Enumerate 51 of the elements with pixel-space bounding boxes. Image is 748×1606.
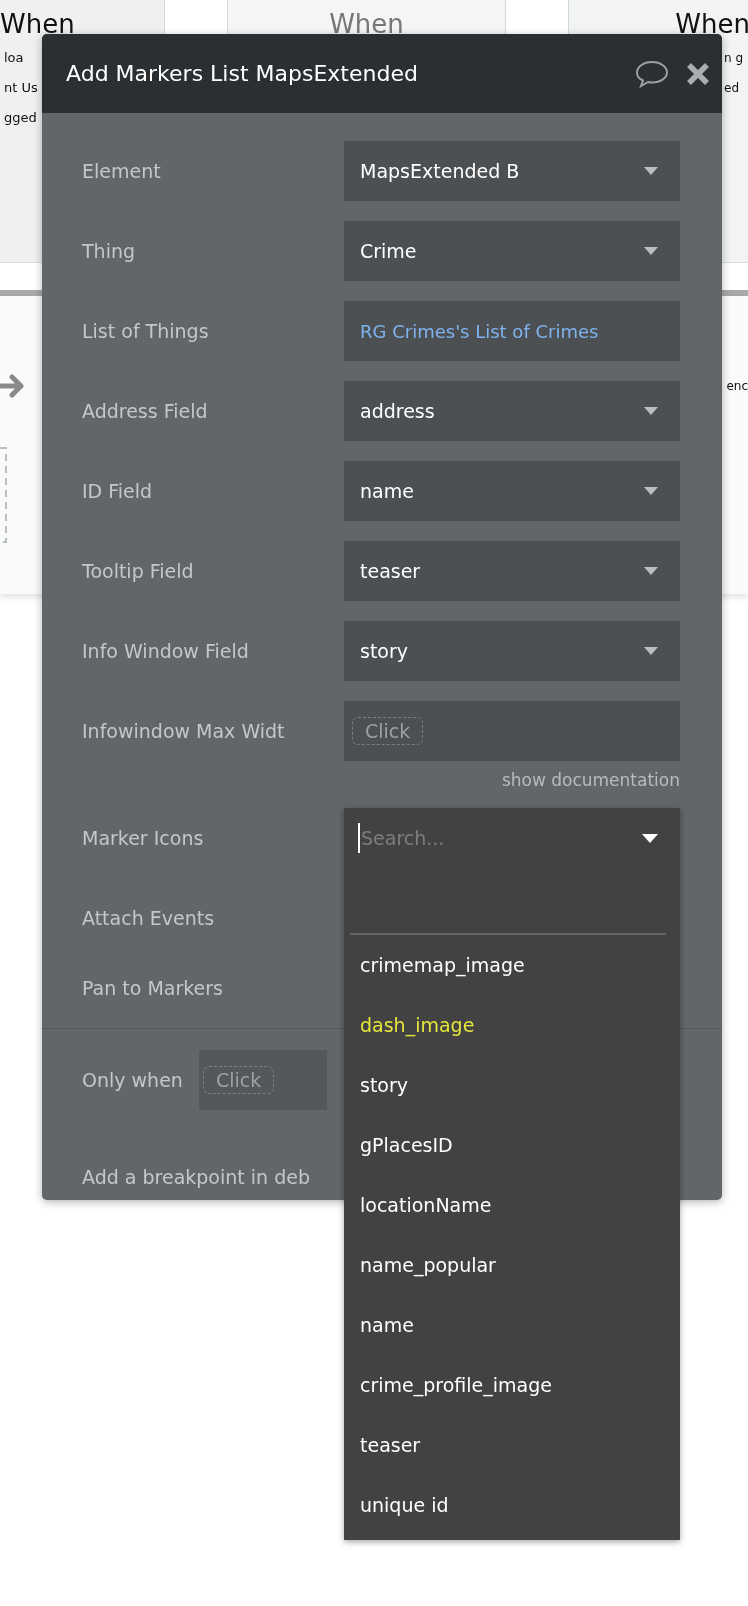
caret-icon bbox=[644, 407, 658, 415]
dropdown-option[interactable]: name bbox=[360, 1314, 414, 1336]
card-text: enc bbox=[726, 378, 748, 395]
arrow-icon bbox=[0, 373, 24, 399]
caret-icon bbox=[644, 487, 658, 495]
column-header: When bbox=[675, 9, 748, 39]
dropdown[interactable]: story bbox=[344, 621, 680, 681]
field-label: ID Field bbox=[81, 480, 154, 502]
search-field[interactable]: Search... bbox=[358, 823, 642, 853]
field-label: Attach Events bbox=[81, 907, 215, 929]
dropdown[interactable]: teaser bbox=[344, 541, 680, 601]
card-text: gged bbox=[3, 109, 37, 127]
dropdown-option[interactable]: unique id bbox=[360, 1494, 449, 1516]
field-label: Pan to Markers bbox=[81, 977, 223, 999]
field-label: Only when bbox=[81, 1069, 184, 1091]
field-label: Info Window Field bbox=[81, 640, 250, 662]
caret-icon bbox=[644, 567, 658, 575]
dropdown-option[interactable]: teaser bbox=[360, 1434, 421, 1456]
breakpoint-label: Add a breakpoint in deb bbox=[82, 1165, 310, 1190]
field-label: Element bbox=[81, 160, 162, 182]
dropdown-option[interactable]: dash_image bbox=[360, 1014, 475, 1036]
caret-icon bbox=[644, 247, 658, 255]
dropdown-option[interactable]: locationName bbox=[360, 1194, 492, 1216]
dropdown-option[interactable]: name_popular bbox=[360, 1254, 496, 1276]
dropdown-option[interactable]: story bbox=[360, 1074, 409, 1096]
caret-icon bbox=[644, 167, 658, 175]
dropdown[interactable]: name bbox=[344, 461, 680, 521]
field-label: Address Field bbox=[81, 400, 209, 422]
close-icon[interactable] bbox=[686, 61, 710, 86]
field-label: Infowindow Max Widt bbox=[81, 720, 286, 742]
column-header: When bbox=[329, 9, 404, 39]
card-text: loa bbox=[3, 49, 24, 67]
dropdown[interactable]: MapsExtended B bbox=[344, 141, 680, 201]
dropdown[interactable]: Crime bbox=[344, 221, 680, 281]
dropdown-option[interactable]: crime_profile_image bbox=[360, 1374, 552, 1396]
column-header: When bbox=[0, 9, 75, 39]
card-text: ed bbox=[723, 80, 739, 97]
field-label: Marker Icons bbox=[81, 827, 204, 849]
caret-icon bbox=[642, 833, 658, 843]
field-label: List of Things bbox=[81, 320, 210, 342]
card-text: nt Us bbox=[3, 79, 38, 97]
field-label: Tooltip Field bbox=[81, 560, 195, 582]
comment-icon[interactable] bbox=[634, 58, 670, 89]
dropdown-option[interactable]: crimemap_image bbox=[360, 954, 525, 976]
caret-icon bbox=[644, 647, 658, 655]
dropdown[interactable]: address bbox=[344, 381, 680, 441]
dropdown-option[interactable]: gPlacesID bbox=[360, 1134, 453, 1156]
card-text: n g bbox=[723, 50, 744, 67]
dialog-title: Add Markers List MapsExtended bbox=[66, 61, 419, 86]
expression-field[interactable]: RG Crimes's List of Crimes bbox=[344, 301, 680, 361]
field-label: Thing bbox=[81, 240, 137, 262]
